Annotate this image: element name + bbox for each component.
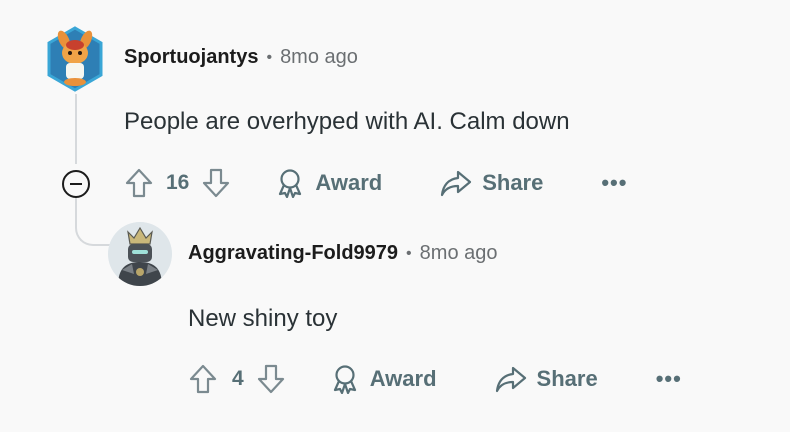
thread-line-vertical [75, 94, 77, 164]
avatar[interactable] [108, 222, 172, 286]
share-label: Share [536, 366, 598, 391]
armored-knight-avatar-icon [108, 222, 172, 286]
award-icon [275, 168, 305, 198]
upvote-icon[interactable] [188, 363, 218, 395]
downvote-icon[interactable] [201, 167, 231, 199]
share-button[interactable]: Share [495, 365, 598, 393]
avatar[interactable] [46, 26, 104, 92]
more-options-button[interactable]: ••• [601, 170, 627, 196]
meta-separator: • [266, 48, 273, 66]
award-label: Award [369, 366, 437, 391]
comment-action-row: 16 Award Share ••• [124, 163, 627, 203]
award-icon [330, 364, 360, 394]
award-label: Award [315, 170, 383, 195]
collapse-thread-button[interactable] [62, 170, 90, 198]
minus-icon [70, 183, 82, 185]
reply-body: New shiny toy [188, 305, 338, 332]
reply-action-row: 4 Award Share ••• [188, 359, 682, 399]
share-icon [495, 365, 527, 393]
award-button[interactable]: Award [275, 168, 382, 198]
share-label: Share [482, 170, 544, 195]
upvote-icon[interactable] [124, 167, 154, 199]
comment-body: People are overhyped with AI. Calm down [124, 108, 570, 135]
share-icon [440, 169, 472, 197]
vote-count: 16 [166, 171, 190, 194]
fox-mascot-avatar-icon [47, 26, 103, 92]
thread-line-curve [75, 208, 115, 246]
more-options-button[interactable]: ••• [656, 366, 682, 392]
share-button[interactable]: Share [440, 169, 543, 197]
meta-separator: • [406, 244, 412, 262]
downvote-icon[interactable] [256, 363, 286, 395]
timestamp[interactable]: 8mo ago [280, 46, 358, 69]
award-button[interactable]: Award [330, 364, 437, 394]
timestamp[interactable]: 8mo ago [420, 242, 498, 265]
vote-count: 4 [232, 367, 244, 390]
username[interactable]: Sportuojantys [124, 46, 258, 69]
username[interactable]: Aggravating-Fold9979 [188, 242, 398, 265]
